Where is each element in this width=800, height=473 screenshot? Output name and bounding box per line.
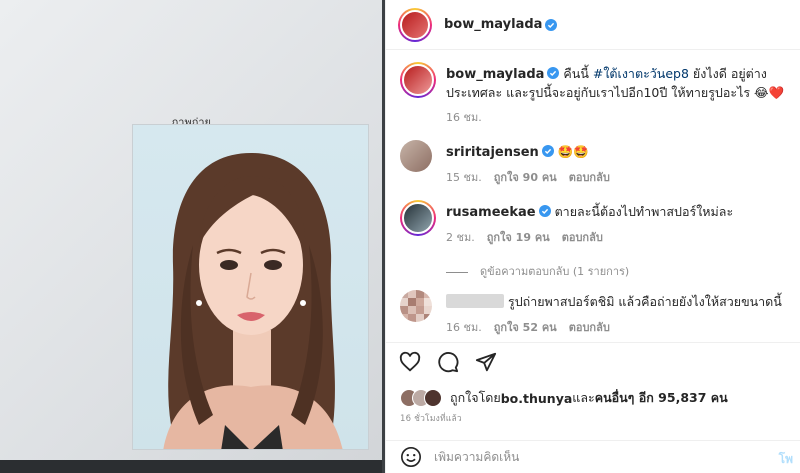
caption-hashtag[interactable]: #ใต้เงาตะวันep8 [593,66,689,81]
comment-icon[interactable] [436,350,460,374]
view-replies-button[interactable]: ดูข้อความตอบกลับ (1 รายการ) [446,262,629,280]
post-header: bow_maylada [386,0,800,50]
comment-body: 🤩🤩 [553,144,589,159]
post-photo-panel: ภาพถ่าย [0,0,385,473]
caption-text: bow_maylada คืนนี้ #ใต้เงาตะวันep8 ยังไง… [446,65,796,102]
comment-meta: 2 ชม. ถูกใจ 19 คน ตอบกลับ [446,228,615,246]
portrait-illustration [163,153,343,449]
verified-badge-icon [545,18,558,31]
monitor-screen: ภาพถ่าย [0,0,382,473]
caption-text-before: คืนนี้ [559,66,593,81]
post-time-ago[interactable]: 16 ชั่วโมงที่แล้ว [400,411,462,425]
reply-button[interactable]: ตอบกลับ [562,231,603,244]
comment-text: sriritajensen 🤩🤩 [446,143,796,162]
comment-meta: 16 ชม. ถูกใจ 52 คน ตอบกลับ [446,318,622,336]
comment-likes[interactable]: ถูกใจ 19 คน [487,231,550,244]
header-avatar-ring[interactable] [398,7,432,42]
comment-time[interactable]: 16 ชม. [446,321,482,334]
caption-meta: 16 ชม. [446,108,494,126]
comment-item: sriritajensen 🤩🤩 15 ชม. ถูกใจ 90 คน ตอบกลั… [400,140,792,184]
likes-prefix: ถูกใจโดย [450,390,501,405]
caption-avatar-ring[interactable] [400,62,436,98]
comment-likes[interactable]: ถูกใจ 90 คน [494,171,557,184]
avatar [424,389,442,407]
post-caption: bow_maylada คืนนี้ #ใต้เงาตะวันep8 ยังไง… [400,62,792,124]
comment-username[interactable]: rusameekae [446,205,536,220]
heart-icon[interactable] [398,350,422,374]
passport-photo [132,124,369,450]
view-replies-label: ดูข้อความตอบกลับ (1 รายการ) [480,265,630,278]
comment-text: rusameekae ตายละนี้ต้องไปทำพาสปอร์ใหม่ละ [446,203,796,222]
first-liker-link[interactable]: bo.thunya [501,391,573,406]
comment-item: rusameekae ตายละนี้ต้องไปทำพาสปอร์ใหม่ละ… [400,200,792,244]
comment-meta: 15 ชม. ถูกใจ 90 คน ตอบกลับ [446,168,622,186]
liker-avatars[interactable] [400,389,442,407]
emoji-icon[interactable] [400,446,422,468]
reply-button[interactable]: ตอบกลับ [569,321,610,334]
blurred-username[interactable] [446,294,504,308]
comment-body: ตายละนี้ต้องไปทำพาสปอร์ใหม่ละ [550,204,734,219]
reply-button[interactable]: ตอบกลับ [569,171,610,184]
likes-middle: และ [572,390,595,405]
comment-username[interactable]: sriritajensen [446,145,539,160]
verified-badge-icon [538,205,551,217]
comment-likes[interactable]: ถูกใจ 52 คน [494,321,557,334]
others-likers-link[interactable]: คนอื่นๆ อีก 95,837 คน [595,388,728,408]
replies-divider-line [446,271,468,273]
comment-text: รูปถ่ายพาสปอร์ตชิมิ แล้วคือถ่ายยังไงให้ส… [446,293,796,311]
avatar[interactable] [400,140,432,172]
comment-time[interactable]: 15 ชม. [446,171,482,184]
avatar[interactable] [402,202,434,234]
likes-summary: ถูกใจโดย bo.thunya และ คนอื่นๆ อีก 95,837… [400,388,728,408]
add-comment-bar: โพ [386,441,800,473]
monitor-bottom-edge [0,460,382,473]
comment-item: รูปถ่ายพาสปอร์ตชิมิ แล้วคือถ่ายยังไงให้ส… [400,290,792,334]
header-username[interactable]: bow_maylada [444,17,542,32]
section-divider [386,342,800,343]
caption-time[interactable]: 16 ชม. [446,111,482,124]
comment-time[interactable]: 2 ชม. [446,231,475,244]
verified-badge-icon [541,145,554,157]
post-sidebar: bow_maylada bow_maylada คืนนี้ #ใต้เงาตะ… [385,0,800,473]
avatar[interactable] [400,290,432,322]
verified-badge-icon [547,67,560,79]
action-bar [398,350,498,374]
post-comment-button[interactable]: โพ [779,450,793,469]
share-icon[interactable] [474,350,498,374]
comment-body: รูปถ่ายพาสปอร์ตชิมิ แล้วคือถ่ายยังไงให้ส… [508,294,782,309]
avatar[interactable] [400,9,430,40]
comment-input[interactable] [434,450,744,464]
avatar[interactable] [402,64,434,96]
caption-username[interactable]: bow_maylada [446,67,544,82]
comment-avatar-ring[interactable] [400,200,436,236]
